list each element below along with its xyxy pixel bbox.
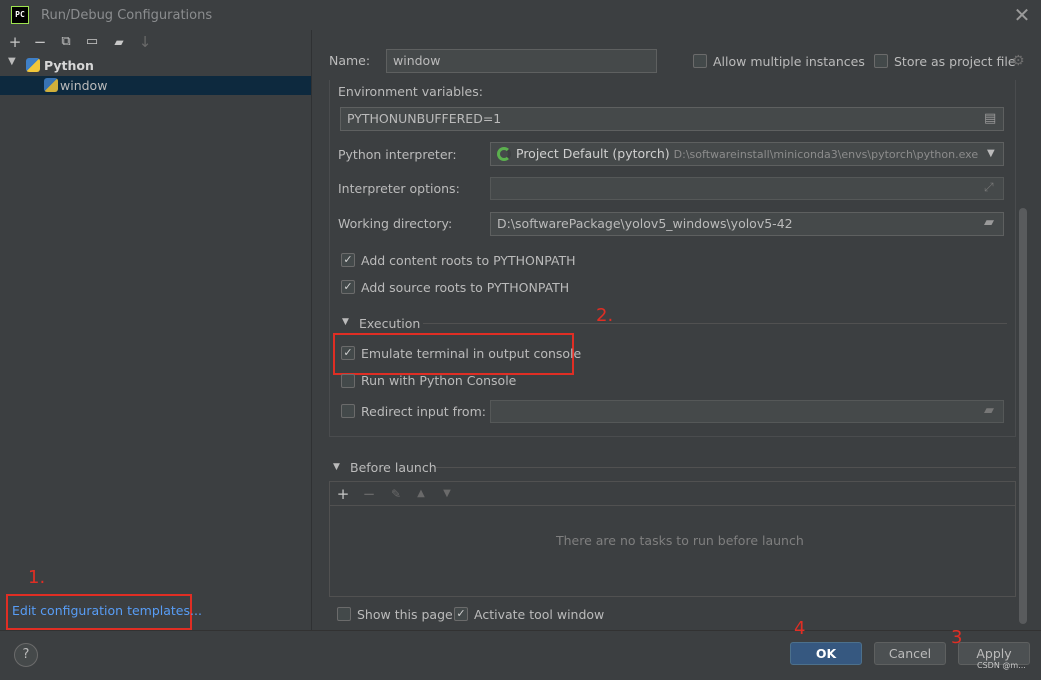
empty-tasks-text: There are no tasks to run before launch (556, 533, 804, 548)
interpreter-path: D:\softwareinstall\miniconda3\envs\pytor… (673, 148, 979, 161)
tree-group-python[interactable]: ▼ Python (0, 56, 311, 75)
python-icon (44, 78, 58, 92)
remove-task-icon[interactable]: − (360, 485, 378, 503)
annotation-marker-1: 1. (28, 567, 46, 588)
interpreter-label: Python interpreter: (338, 147, 457, 162)
name-label: Name: (329, 53, 371, 68)
interpreter-select[interactable]: Project Default (pytorch) D:\softwareins… (490, 142, 1004, 166)
cancel-button[interactable]: Cancel (874, 642, 946, 665)
watermark-text: CSDN @m... (977, 661, 1026, 670)
chevron-down-icon[interactable]: ▼ (333, 462, 340, 472)
emulate-terminal-checkbox[interactable]: ✓ (341, 346, 355, 360)
python-console-label: Run with Python Console (361, 373, 517, 388)
edit-task-icon[interactable]: ✎ (387, 485, 405, 503)
remove-icon[interactable]: − (31, 33, 49, 51)
expand-icon[interactable]: ⤢ (984, 180, 994, 195)
interpreter-options-label: Interpreter options: (338, 181, 460, 196)
add-task-icon[interactable]: + (334, 485, 352, 503)
document-icon[interactable]: ▤ (984, 111, 996, 126)
tree-item-label: window (60, 78, 108, 93)
allow-multiple-checkbox[interactable] (693, 54, 707, 68)
activate-tool-label: Activate tool window (474, 607, 605, 622)
ok-button[interactable]: OK (790, 642, 862, 665)
store-project-checkbox[interactable] (874, 54, 888, 68)
content-roots-checkbox[interactable]: ✓ (341, 253, 355, 267)
gear-icon[interactable]: ⚙ (1012, 53, 1025, 69)
chevron-down-icon[interactable]: ▼ (987, 148, 995, 159)
move-down-icon[interactable]: ▼ (438, 485, 456, 503)
python-console-checkbox[interactable] (341, 374, 355, 388)
source-roots-checkbox[interactable]: ✓ (341, 280, 355, 294)
help-icon[interactable]: ? (14, 643, 38, 667)
pycharm-logo-icon: PC (11, 6, 29, 24)
show-page-label: Show this page (357, 607, 453, 622)
allow-multiple-label: Allow multiple instances (713, 54, 865, 69)
edit-templates-link[interactable]: Edit configuration templates... (12, 603, 202, 618)
execution-title: Execution (359, 316, 421, 331)
conda-env-icon (497, 147, 511, 161)
folder-icon[interactable]: ▰ (984, 403, 994, 418)
title-bar: PC Run/Debug Configurations ✕ (0, 0, 1041, 30)
configuration-tree-panel (0, 30, 312, 630)
python-icon (26, 58, 40, 72)
folder-icon[interactable]: ▰ (110, 33, 128, 51)
folder-icon[interactable]: ▰ (984, 215, 994, 230)
add-icon[interactable]: + (6, 33, 24, 51)
before-launch-title: Before launch (350, 460, 437, 475)
copy-icon[interactable]: ⧉ (57, 33, 75, 51)
chevron-down-icon[interactable]: ▼ (8, 56, 16, 67)
close-icon[interactable]: ✕ (1012, 5, 1032, 25)
activate-tool-checkbox[interactable]: ✓ (454, 607, 468, 621)
before-launch-toolbar (330, 482, 1015, 506)
tree-item-window[interactable]: window (0, 76, 311, 95)
env-input[interactable]: PYTHONUNBUFFERED=1 (340, 107, 1004, 131)
chevron-down-icon[interactable]: ▼ (342, 317, 349, 327)
name-input[interactable]: window (386, 49, 657, 73)
redirect-input-checkbox[interactable] (341, 404, 355, 418)
store-project-label: Store as project file (894, 54, 1016, 69)
annotation-marker-2: 2. (596, 305, 614, 326)
move-up-icon[interactable]: ▲ (412, 485, 430, 503)
tree-group-label: Python (44, 58, 94, 73)
env-label: Environment variables: (338, 84, 483, 99)
show-page-checkbox[interactable] (337, 607, 351, 621)
interpreter-name: Project Default (pytorch) (516, 146, 670, 161)
redirect-input-field[interactable] (490, 400, 1004, 423)
scrollbar[interactable] (1019, 208, 1027, 624)
sort-icon[interactable]: ↓ (136, 33, 154, 51)
window-title: Run/Debug Configurations (41, 8, 213, 23)
redirect-input-label: Redirect input from: (361, 404, 486, 419)
before-launch-separator (436, 467, 1016, 468)
interpreter-options-input[interactable] (490, 177, 1004, 200)
working-directory-input[interactable]: D:\softwarePackage\yolov5_windows\yolov5… (490, 212, 1004, 236)
content-roots-label: Add content roots to PYTHONPATH (361, 253, 576, 268)
annotation-marker-4: 4 (794, 618, 806, 639)
source-roots-label: Add source roots to PYTHONPATH (361, 280, 570, 295)
save-icon[interactable]: ▭ (83, 33, 101, 51)
emulate-terminal-label: Emulate terminal in output console (361, 346, 582, 361)
working-directory-label: Working directory: (338, 216, 453, 231)
execution-separator (423, 323, 1007, 324)
